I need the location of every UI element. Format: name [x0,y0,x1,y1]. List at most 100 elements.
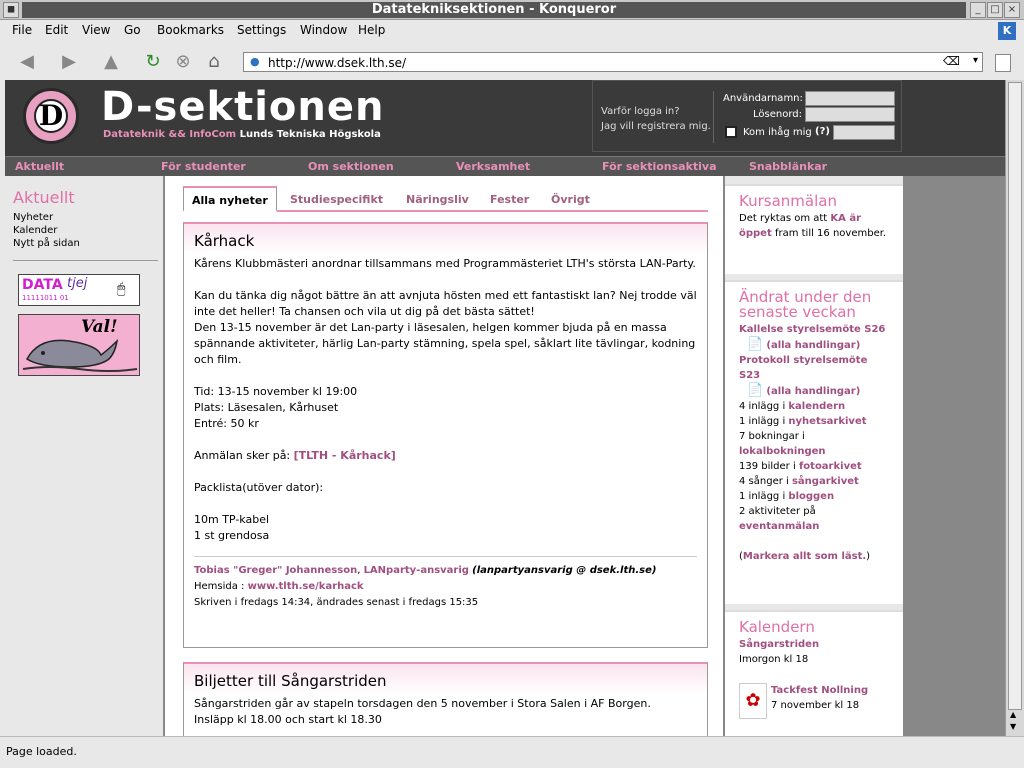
bloggen-link[interactable]: bloggen [788,491,834,502]
site-subtitle: Datateknik && InfoCom Lunds Tekniska Hög… [103,129,381,140]
article-title[interactable]: Biljetter till Sångarstriden [184,664,707,694]
stop-icon[interactable]: ⊗ [172,51,194,73]
news-column: Alla nyheter Studiespecifikt Näringsliv … [165,176,723,736]
pdf-icon[interactable]: 📄 [747,383,763,398]
nav-for-studenter[interactable]: För studenter [161,160,246,173]
why-login-link[interactable]: Varför logga in? [601,104,711,119]
register-link[interactable]: Jag vill registrera mig. [601,119,711,134]
event-link[interactable]: Tackfest Nollning [771,683,889,698]
minimize-icon[interactable]: _ [970,2,986,18]
remember-checkbox[interactable] [725,126,737,138]
remember-help-link[interactable]: (?) [815,126,830,137]
val-banner[interactable]: Val! [18,314,140,376]
close-icon[interactable]: × [1004,2,1020,18]
nav-verksamhet[interactable]: Verksamhet [456,160,530,173]
menu-edit[interactable]: Edit [45,23,68,37]
nav-om-sektionen[interactable]: Om sektionen [308,160,394,173]
nav-snabblankar[interactable]: Snabblänkar [749,160,827,173]
username-label: Användarnamn: [723,93,803,104]
globe-icon: ● [250,55,260,68]
main-navigation: Aktuellt För studenter Om sektionen Verk… [5,156,1005,176]
tab-alla-nyheter[interactable]: Alla nyheter [183,186,277,212]
maximize-icon[interactable]: □ [987,2,1003,18]
forward-icon[interactable]: ▶ [58,51,80,73]
news-article: Biljetter till Sångarstriden Sångarstrid… [183,662,708,736]
protokoll-link[interactable]: Protokoll styrelsemöte S23 [739,353,889,383]
kallelse-link[interactable]: Kallelse styrelsemöte S26 [739,322,889,337]
scroll-down-icon[interactable]: ▼ [1010,722,1016,731]
clear-location-icon[interactable]: ⌫ [943,54,960,68]
lokalbokningen-link[interactable]: lokalbokningen [739,446,826,457]
event-link[interactable]: Sångarstriden [739,637,889,652]
status-bar: Page loaded. [0,736,1024,768]
username-field[interactable] [805,91,895,106]
whale-icon [22,338,138,372]
tab-studiespecifikt[interactable]: Studiespecifikt [290,193,383,206]
url-text[interactable]: http://www.dsek.lth.se/ [268,56,406,70]
tab-naringsliv[interactable]: Näringsliv [406,193,469,206]
home-icon[interactable]: ⌂ [203,51,225,73]
sangarkivet-link[interactable]: sångarkivet [792,476,859,487]
tab-fester[interactable]: Fester [490,193,529,206]
up-icon[interactable]: ▲ [100,51,122,73]
vertical-scrollbar[interactable]: ▲ ▼ [1005,80,1024,736]
author-link[interactable]: Tobias "Greger" Johannesson [194,565,357,576]
homepage-link[interactable]: www.tlth.se/karhack [248,581,364,592]
login-submit-field[interactable] [833,125,895,140]
site-title[interactable]: D-sektionen [101,84,384,130]
status-text: Page loaded. [6,745,77,758]
back-icon[interactable]: ◀ [16,51,38,73]
alla-handlingar-link[interactable]: (alla handlingar) [766,340,860,351]
fotoarkivet-link[interactable]: fotoarkivet [799,461,862,472]
location-bar[interactable]: ● http://www.dsek.lth.se/ ⌫ ▾ [243,52,983,72]
nav-aktuellt[interactable]: Aktuellt [15,160,64,173]
window-menu-icon[interactable]: ◼ [3,2,19,18]
left-heading: Aktuellt [13,188,75,207]
konqueror-logo-icon: K [998,22,1016,40]
reload-icon[interactable]: ↻ [142,51,164,73]
role-link[interactable]: LANparty-ansvarig [364,565,469,576]
history-dropdown-icon[interactable]: ▾ [973,55,978,66]
datatjej-banner[interactable]: DATA tjej 11111011 01 🖱 [18,274,140,306]
menu-go[interactable]: Go [124,23,141,37]
kursanmalan-box: Kursanmälan Det ryktas om att KA är öppe… [725,184,903,274]
eventanmalan-link[interactable]: eventanmälan [739,521,819,532]
login-box: Varför logga in? Jag vill registrera mig… [592,80,902,152]
menu-file[interactable]: File [12,23,32,37]
mark-read-link[interactable]: Markera allt som läst. [743,551,866,562]
scroll-up-icon[interactable]: ▲ [1010,710,1016,719]
menu-bookmarks[interactable]: Bookmarks [157,23,224,37]
menu-view[interactable]: View [82,23,110,37]
nyhetsarkivet-link[interactable]: nyhetsarkivet [788,416,866,427]
login-info: Varför logga in? Jag vill registrera mig… [601,104,711,134]
sidebar-item-kalender[interactable]: Kalender [13,225,57,236]
news-article: Kårhack Kårens Klubbmästeri anordnar til… [183,222,708,648]
sidebar-divider [13,260,158,261]
page-margin [903,176,1005,736]
pdf-icon[interactable]: 📄 [747,337,763,352]
dsek-logo[interactable]: D [23,88,79,144]
password-field[interactable] [805,107,895,122]
left-sidebar: Aktuellt Nyheter Kalender Nytt på sidan … [5,176,163,736]
kalendern-heading: Kalendern [739,618,815,636]
password-label: Lösenord: [753,109,802,120]
menu-help[interactable]: Help [358,23,385,37]
alla-handlingar-link[interactable]: (alla handlingar) [766,386,860,397]
sidebar-item-nytt[interactable]: Nytt på sidan [13,238,80,249]
scroll-thumb[interactable] [1008,82,1022,710]
sidebar-item-nyheter[interactable]: Nyheter [13,212,53,223]
menu-window[interactable]: Window [300,23,347,37]
andrat-box: Ändrat under den senaste veckan Kallelse… [725,280,903,604]
tab-ovrigt[interactable]: Övrigt [551,193,590,206]
menu-settings[interactable]: Settings [237,23,286,37]
event-thumbnail[interactable]: ✿ [739,683,767,719]
window-title: Datateknik­sektionen - Konqueror [22,2,966,18]
window-titlebar[interactable]: ◼ Datateknik­sektionen - Konqueror _ □ × [0,0,1024,20]
nav-for-sektionsaktiva[interactable]: För sektionsaktiva [602,160,717,173]
go-icon[interactable] [995,54,1011,72]
menu-bar: File Edit View Go Bookmarks Settings Win… [0,20,1024,42]
anmalan-link[interactable]: [TLTH - Kårhack] [294,449,396,462]
kalendern-link[interactable]: kalendern [788,401,845,412]
article-title[interactable]: Kårhack [184,224,707,254]
kalendern-box: Kalendern Sångarstriden Imorgon kl 18 ✿ … [725,610,903,736]
